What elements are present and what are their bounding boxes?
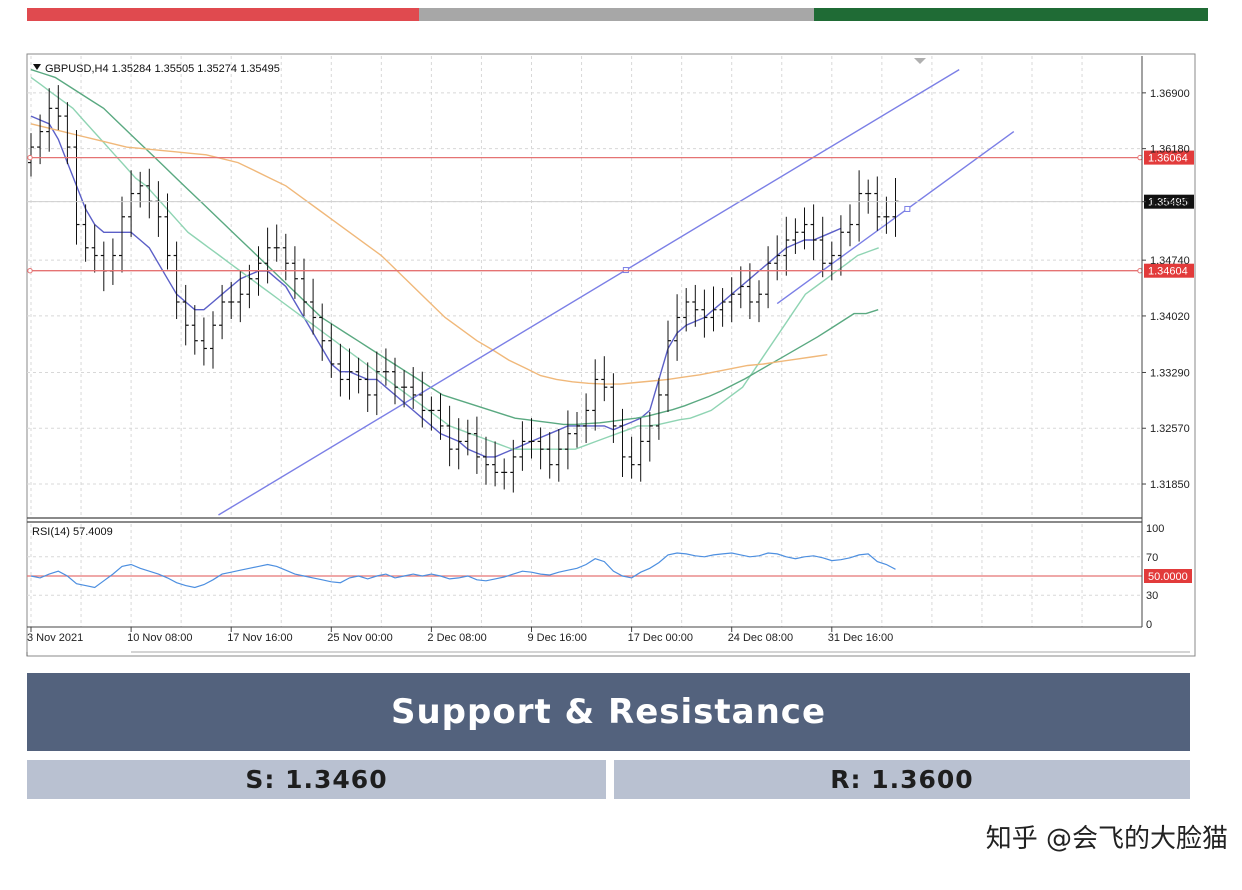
- price-tick-label: 1.34020: [1150, 311, 1190, 323]
- time-tick-label: 10 Nov 08:00: [127, 632, 192, 644]
- level-price-tag-label: 1.34604: [1148, 266, 1188, 278]
- chart-frame: [26, 53, 1196, 657]
- time-tick-label: 17 Dec 00:00: [628, 632, 693, 644]
- resistance-level: R: 1.3600: [614, 760, 1190, 799]
- time-tick-label: 24 Dec 08:00: [728, 632, 793, 644]
- time-tick-label: 17 Nov 16:00: [227, 632, 292, 644]
- time-tick-label: 9 Dec 16:00: [528, 632, 587, 644]
- price-tick-label: 1.36180: [1150, 144, 1190, 156]
- rsi-tick-label: 0: [1146, 619, 1152, 631]
- time-tick-label: 25 Nov 00:00: [327, 632, 392, 644]
- price-tick-label: 1.34740: [1150, 255, 1190, 267]
- price-tick-label: 1.33290: [1150, 367, 1190, 379]
- watermark: 知乎 @会飞的大脸猫: [985, 824, 1228, 854]
- time-tick-label: 3 Nov 2021: [27, 632, 83, 644]
- rsi-tick-label: 100: [1146, 523, 1164, 535]
- level-left-handle[interactable]: [27, 154, 33, 161]
- price-tick-label: 1.35495: [1150, 197, 1190, 209]
- channel-anchor-point[interactable]: [904, 205, 911, 212]
- price-tick-label: 1.31850: [1150, 479, 1190, 491]
- time-tick-label: 2 Dec 08:00: [427, 632, 486, 644]
- time-tick-label: 31 Dec 16:00: [828, 632, 893, 644]
- rsi-tick-label: 70: [1146, 552, 1158, 564]
- price-tick-label: 1.32570: [1150, 423, 1190, 435]
- rsi-level-tag-label: 50.0000: [1148, 571, 1188, 583]
- support-resistance-banner: Support & Resistance: [27, 673, 1190, 751]
- rsi-title: RSI(14) 57.4009: [32, 526, 113, 538]
- rsi-tick-label: 30: [1146, 590, 1158, 602]
- price-tick-label: 1.36900: [1150, 88, 1190, 100]
- price-chart[interactable]: 1.360641.346041.35495 1.369001.361801.35…: [0, 0, 1242, 660]
- chart-title: GBPUSD,H4 1.35284 1.35505 1.35274 1.3549…: [45, 63, 280, 75]
- support-level: S: 1.3460: [27, 760, 606, 799]
- channel-anchor-point[interactable]: [622, 267, 629, 274]
- level-left-handle[interactable]: [27, 267, 33, 274]
